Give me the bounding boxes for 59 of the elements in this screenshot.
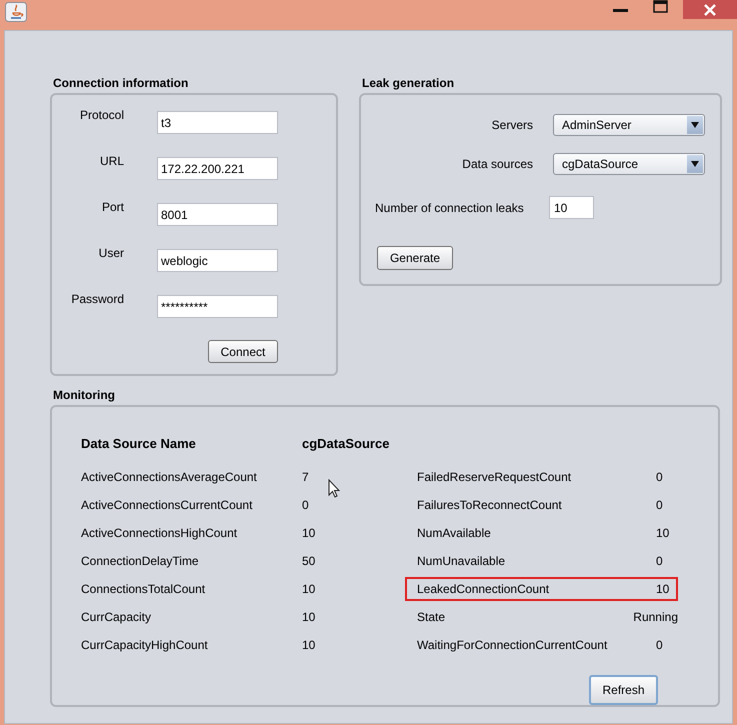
metric-value: 0	[656, 637, 663, 654]
group-title: Monitoring	[53, 388, 116, 402]
group-title: Connection information	[53, 76, 190, 90]
metric-value: 0	[656, 497, 663, 514]
dropdown-value: AdminServer	[562, 116, 632, 134]
leak-count-field[interactable]: 10	[549, 196, 594, 219]
metric-value: 7	[302, 469, 309, 486]
metric-value: 0	[302, 497, 309, 514]
field-label: Protocol	[78, 107, 124, 124]
metric-value: 10	[302, 609, 316, 626]
metric-name: ConnectionsTotalCount	[81, 581, 206, 598]
metric-value: 0	[656, 553, 663, 570]
metric-name: State	[417, 609, 446, 626]
dropdown-value: cgDataSource	[562, 156, 640, 172]
metric-name: NumAvailable	[417, 525, 492, 542]
field-label: Servers	[490, 116, 533, 134]
field-label: Password	[70, 291, 124, 308]
metric-value: 10	[656, 581, 670, 598]
server-dropdown[interactable]: AdminServer	[553, 114, 705, 136]
field-label: User	[98, 245, 124, 262]
metric-name: CurrCapacityHighCount	[81, 637, 209, 654]
metric-name: LeakedConnectionCount	[417, 581, 550, 598]
metric-name: ActiveConnectionsCurrentCount	[81, 497, 254, 514]
metric-name: ActiveConnectionsAverageCount	[81, 469, 258, 486]
metric-value: 10	[302, 637, 316, 654]
metric-value: 10	[302, 525, 316, 542]
text-field[interactable]: 172.22.200.221	[157, 157, 278, 180]
metric-value: 0	[656, 469, 663, 486]
metric-name: WaitingForConnectionCurrentCount	[417, 637, 608, 654]
metric-name: CurrCapacity	[81, 609, 152, 626]
field-label: Data sources	[461, 156, 533, 172]
text-field[interactable]: t3	[157, 111, 278, 134]
metric-name: FailedReserveRequestCount	[417, 469, 572, 486]
connect-button[interactable]: Connect	[208, 340, 278, 363]
field-label: URL	[98, 153, 124, 170]
metric-name: ActiveConnectionsHighCount	[81, 525, 238, 542]
field-label: Port	[100, 199, 124, 216]
close-icon	[704, 4, 716, 16]
field-label: Number of connection leaks	[375, 200, 525, 216]
metric-value: Running	[633, 609, 678, 626]
metric-value: 10	[302, 581, 316, 598]
metric-name: FailuresToReconnectCount	[417, 497, 563, 514]
group-title: Leak generation	[362, 76, 456, 90]
data-source-dropdown[interactable]: cgDataSource	[553, 152, 705, 174]
mouse-cursor-icon	[328, 479, 340, 498]
metric-name: NumUnavailable	[417, 553, 506, 570]
app-icon	[5, 2, 27, 22]
column-header: Data Source Name	[81, 435, 197, 454]
metric-value: 50	[302, 553, 316, 570]
text-field[interactable]: **********	[157, 295, 278, 318]
close-button[interactable]	[683, 0, 737, 19]
text-field[interactable]: 8001	[157, 203, 278, 226]
maximize-icon[interactable]	[653, 0, 668, 13]
text-field[interactable]: weblogic	[157, 249, 278, 272]
generate-button[interactable]: Generate	[377, 246, 453, 270]
metric-name: ConnectionDelayTime	[81, 553, 200, 570]
metric-value: 10	[656, 525, 670, 542]
refresh-button[interactable]: Refresh	[589, 675, 658, 705]
data-source-name: cgDataSource	[302, 435, 390, 454]
